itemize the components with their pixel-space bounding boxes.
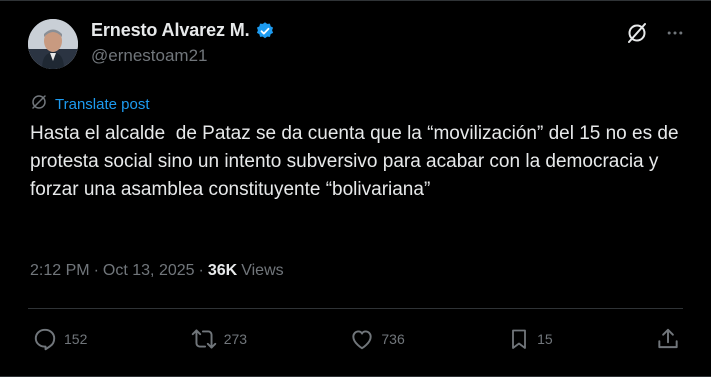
post-text: Hasta el alcalde de Pataz se da cuenta q… [30, 123, 684, 200]
post-date[interactable]: Oct 13, 2025 [103, 262, 195, 280]
translate-post-link[interactable]: Translate post [30, 93, 150, 116]
bookmark-button[interactable]: 15 [507, 326, 553, 352]
like-count: 736 [381, 331, 405, 347]
views-count: 36K [207, 262, 238, 279]
verified-badge-icon [255, 21, 275, 41]
more-options-icon[interactable] [665, 23, 685, 43]
reply-icon [32, 326, 58, 352]
tweet-card: Ernesto Alvarez M. @ernestoam21 Translat… [0, 0, 711, 377]
views-label: Views [241, 262, 284, 279]
author-display-name[interactable]: Ernesto Alvarez M. [91, 20, 250, 41]
post-meta: 2:12 PM · Oct 13, 2025 · 36K Views [30, 262, 284, 280]
repost-icon [190, 326, 218, 352]
share-button[interactable] [655, 326, 681, 352]
repost-count: 273 [223, 331, 248, 347]
meta-separator: · [93, 262, 99, 279]
meta-separator: · [198, 262, 204, 279]
translate-icon [30, 93, 48, 116]
like-button[interactable]: 736 [349, 326, 405, 352]
author-name-row: Ernesto Alvarez M. [91, 20, 275, 41]
share-icon [655, 326, 681, 352]
reply-count: 152 [64, 331, 88, 347]
like-icon [349, 326, 375, 352]
top-right-actions [625, 21, 685, 45]
reply-button[interactable]: 152 [32, 326, 87, 352]
bookmark-icon [507, 326, 531, 352]
post-time[interactable]: 2:12 PM [30, 262, 90, 280]
action-bar: 152 273 736 15 [32, 324, 681, 354]
grok-icon[interactable] [625, 21, 649, 45]
repost-button[interactable]: 273 [190, 326, 247, 352]
bookmark-count: 15 [537, 331, 553, 347]
author-handle[interactable]: @ernestoam21 [91, 46, 208, 66]
avatar[interactable] [28, 19, 78, 69]
divider [28, 308, 683, 309]
translate-post-label: Translate post [55, 96, 150, 113]
